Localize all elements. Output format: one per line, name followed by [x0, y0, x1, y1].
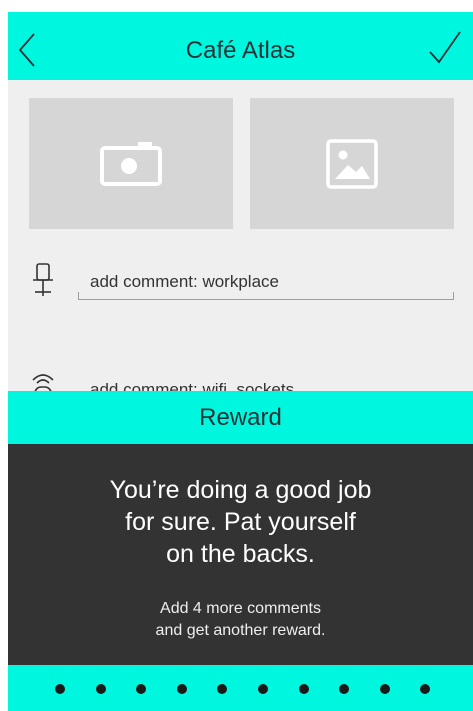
page-dot[interactable]: [136, 684, 147, 694]
workplace-comment-input[interactable]: add comment: workplace: [78, 266, 454, 300]
checkmark-icon: [429, 31, 461, 64]
page-dot[interactable]: [55, 684, 65, 694]
reward-message-line: on the backs.: [166, 540, 315, 568]
page-title: Café Atlas: [185, 37, 296, 64]
take-photo-tile[interactable]: [29, 98, 233, 229]
page-dot[interactable]: [217, 684, 228, 694]
page-dot[interactable]: [339, 684, 350, 694]
reward-message: You’re doing a good job for sure. Pat yo…: [58, 474, 423, 570]
workplace-comment-text: add comment: workplace: [90, 272, 279, 291]
camera-icon: [100, 141, 162, 186]
done-button[interactable]: [427, 28, 471, 72]
reward-hint-line: Add 4 more comments: [160, 600, 321, 617]
reward-message-line: for sure. Pat yourself: [125, 508, 356, 536]
choose-image-tile[interactable]: [250, 98, 454, 229]
page-dot[interactable]: [95, 684, 106, 694]
app-header: Café Atlas: [8, 12, 473, 80]
reward-message-line: You’re doing a good job: [109, 476, 372, 504]
input-underline: [78, 299, 454, 300]
image-icon: [326, 138, 378, 189]
page-dot[interactable]: [420, 684, 431, 694]
page-dot[interactable]: [379, 684, 390, 694]
reward-hint-line: and get another reward.: [155, 622, 326, 639]
page-indicator: [8, 665, 473, 711]
comment-row-workplace: add comment: workplace: [8, 254, 473, 304]
page-dot[interactable]: [298, 684, 309, 694]
page-dot[interactable]: [258, 684, 268, 694]
reward-title: Reward: [8, 391, 473, 444]
desk-chair-icon: [33, 263, 53, 296]
reward-hint: Add 4 more comments and get another rewa…: [58, 598, 423, 642]
page-dot[interactable]: [176, 684, 187, 694]
screen: Café Atlas add comment: workplace add co…: [8, 12, 473, 711]
reward-panel: You’re doing a good job for sure. Pat yo…: [8, 444, 473, 665]
